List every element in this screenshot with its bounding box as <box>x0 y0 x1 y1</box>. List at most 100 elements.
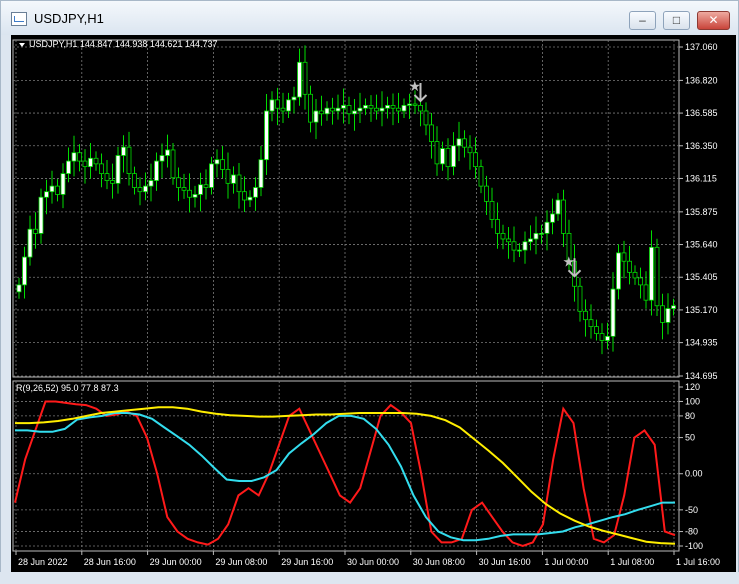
x-tick-label: 28 Jun 2022 <box>18 557 68 567</box>
x-tick-label: 29 Jun 16:00 <box>281 557 333 567</box>
candle-body <box>49 185 55 193</box>
candle-body <box>627 260 632 273</box>
candle-body <box>16 284 22 293</box>
candle-body <box>313 110 319 123</box>
candle-body <box>407 103 412 106</box>
candle-body <box>517 249 522 252</box>
candle-body <box>555 199 561 215</box>
candle-body <box>396 107 401 112</box>
candle-body <box>302 61 308 95</box>
candle-body <box>335 107 341 112</box>
candle-body <box>638 277 643 286</box>
price-tick-label: 136.585 <box>685 108 718 118</box>
title-bar[interactable]: USDJPY,H1 – □ ✕ <box>1 1 738 35</box>
main-pane-border <box>12 39 680 378</box>
candle-body <box>456 138 462 147</box>
minimize-button[interactable]: – <box>629 11 656 30</box>
candle-body <box>610 288 616 337</box>
candle-body <box>176 177 181 188</box>
candle-body <box>599 333 605 341</box>
candle-body <box>445 148 451 168</box>
candle-body <box>583 310 588 321</box>
price-tick-label: 134.935 <box>685 338 718 348</box>
candle-body <box>192 194 198 198</box>
candle-body <box>55 185 60 195</box>
price-tick-label: 137.060 <box>685 42 718 52</box>
candle-body <box>148 180 154 187</box>
price-tick-label: 136.820 <box>685 75 718 85</box>
candle-body <box>341 105 346 109</box>
candle-body <box>357 107 363 112</box>
candle-body <box>38 196 44 234</box>
candle-body <box>539 233 544 235</box>
yellow-series-line <box>15 406 676 545</box>
candle-body <box>330 107 335 112</box>
candle-body <box>352 110 357 115</box>
indicator-tick-label: 50 <box>685 433 695 443</box>
candle-body <box>429 124 434 142</box>
price-tick-label: 135.875 <box>685 207 718 217</box>
candle-body <box>88 157 93 168</box>
candle-body <box>632 271 638 279</box>
candle-body <box>203 184 209 188</box>
chart-svg[interactable]: 28 Jun 2022 28 Jun 16:00 29 Jun 00:00 29 Ju… <box>11 35 736 573</box>
candle-body <box>473 152 478 168</box>
candle-body <box>390 105 396 109</box>
x-tick-label: 1 Jul 08:00 <box>610 557 654 567</box>
candle-body <box>280 107 286 112</box>
candle-body <box>77 152 82 162</box>
candle-body <box>319 110 324 115</box>
price-tick-label: 136.115 <box>685 173 717 183</box>
chart-canvas[interactable]: 28 Jun 2022 28 Jun 16:00 29 Jun 00:00 29 Ju… <box>11 35 736 573</box>
candle-body <box>66 160 71 174</box>
x-tick-label: 30 Jun 08:00 <box>413 557 465 567</box>
candle-body <box>374 107 379 112</box>
close-button[interactable]: ✕ <box>697 11 730 30</box>
x-tick-label: 28 Jun 16:00 <box>84 557 136 567</box>
candle-body <box>242 191 247 201</box>
indicator-tick-label: 80 <box>685 411 695 421</box>
window-title: USDJPY,H1 <box>34 11 104 26</box>
candle-body <box>209 163 214 188</box>
candle-body <box>528 238 533 243</box>
maximize-button[interactable]: □ <box>663 11 690 30</box>
indicator-tick-label: -50 <box>685 505 698 515</box>
indicator-tick-label: 120 <box>685 382 700 392</box>
signal-star-icon: ★ <box>409 78 422 94</box>
candle-body <box>605 335 610 341</box>
candle-body <box>115 155 121 184</box>
candle-body <box>269 99 275 112</box>
candle-body <box>159 155 165 162</box>
candle-body <box>71 152 77 162</box>
candle-body <box>236 174 242 193</box>
candle-body <box>121 146 126 156</box>
indicator-tick-label: -100 <box>685 541 703 551</box>
candle-body <box>478 166 484 187</box>
x-tick-label: 30 Jun 16:00 <box>479 557 531 567</box>
candle-body <box>379 107 385 112</box>
collapse-triangle-icon <box>19 43 25 47</box>
candle-body <box>500 233 506 240</box>
candle-body <box>275 99 280 109</box>
candle-body <box>44 191 49 198</box>
candle-body <box>132 173 137 188</box>
x-tick-label: 29 Jun 08:00 <box>215 557 267 567</box>
candle-body <box>264 110 269 161</box>
signal-star-icon: ★ <box>563 253 576 269</box>
candle-body <box>291 96 297 101</box>
candle-body <box>621 252 627 262</box>
candle-body <box>247 196 253 201</box>
candle-body <box>654 246 660 307</box>
candle-body <box>401 105 407 112</box>
chart-window-icon <box>11 12 27 26</box>
candle-body <box>484 185 489 202</box>
candle-body <box>588 319 594 328</box>
candle-body <box>522 241 528 251</box>
candle-body <box>577 285 583 312</box>
candle-body <box>286 99 291 112</box>
candle-body <box>368 105 374 109</box>
candle-body <box>665 308 671 323</box>
candle-body <box>440 148 445 165</box>
candle-body <box>93 157 99 165</box>
price-tick-label: 135.170 <box>685 305 718 315</box>
